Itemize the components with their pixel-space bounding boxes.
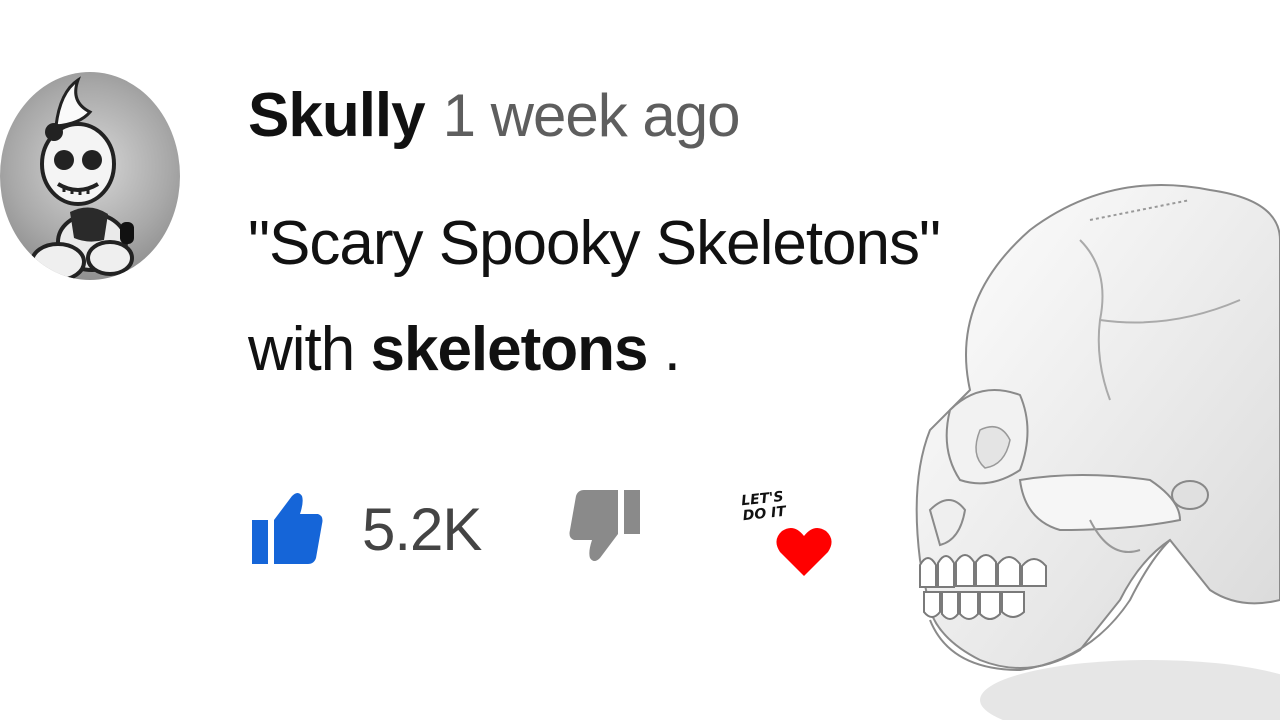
comment-timestamp[interactable]: 1 week ago [443, 82, 741, 149]
cartoon-skeleton-avatar-image [30, 76, 134, 280]
creator-heart-button[interactable]: LET'S DO IT [738, 489, 834, 584]
comment-text-prefix: with [248, 315, 371, 384]
heart-badge-text-line-2: DO IT [742, 503, 787, 525]
like-button[interactable] [252, 490, 324, 566]
thumbs-up-icon [252, 493, 323, 564]
comment-text-suffix: . [647, 315, 681, 384]
comment-header: Skully 1 week ago [248, 76, 741, 172]
heart-icon [776, 527, 832, 576]
comment-text-bold: skeletons [370, 315, 648, 384]
author-avatar[interactable] [0, 72, 180, 280]
skull-illustration [915, 184, 1280, 720]
like-count: 5.2K [362, 496, 482, 563]
comment-text-line-1: "Scary Spooky Skeletons" [248, 209, 941, 278]
heart-badge-text: LET'S DO IT [740, 489, 787, 525]
comment-text-line-2: with skeletons . [248, 310, 681, 390]
dislike-button[interactable] [566, 488, 640, 564]
thumbs-down-icon [569, 490, 640, 561]
comment-author[interactable]: Skully [248, 81, 426, 150]
